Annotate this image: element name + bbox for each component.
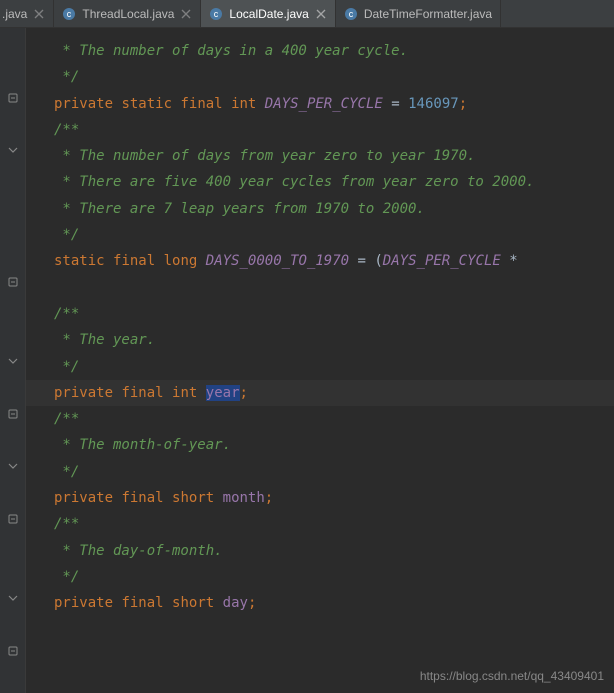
fold-close-icon[interactable] [7,513,19,525]
tab-file-3[interactable]: c DateTimeFormatter.java [336,0,501,27]
comment-open: /** [54,411,79,427]
field-day: day [223,595,248,611]
semicolon: ; [240,385,248,401]
comment-text: * The day-of-month. [54,543,223,559]
tab-file-0[interactable]: .java [0,0,54,27]
comment-close: */ [54,69,79,85]
fold-open-icon[interactable] [7,592,19,604]
comment-open: /** [54,516,79,532]
kw-final: final [121,595,163,611]
tab-label: LocalDate.java [229,7,308,21]
gutter [0,28,26,693]
comment-text: * The year. [54,332,155,348]
comment-close: */ [54,464,79,480]
comment-text: * There are 7 leap years from 1970 to 20… [54,201,425,217]
kw-final: final [121,385,163,401]
kw-private: private [54,385,113,401]
comment-text: * The month-of-year. [54,437,231,453]
fold-close-icon[interactable] [7,92,19,104]
comment-text: * The number of days in a 400 year cycle… [54,43,408,59]
tab-file-2[interactable]: c LocalDate.java [201,0,335,27]
kw-private: private [54,490,113,506]
fold-close-icon[interactable] [7,408,19,420]
tab-label: ThreadLocal.java [82,7,174,21]
kw-private: private [54,595,113,611]
semicolon: ; [459,96,467,112]
op-assign-paren: = ( [358,253,383,269]
comment-close: */ [54,227,79,243]
semicolon: ; [265,490,273,506]
close-icon[interactable] [33,8,45,20]
code-editor[interactable]: * The number of days in a 400 year cycle… [26,28,614,693]
svg-text:c: c [349,9,354,19]
editor-tabs: .java c ThreadLocal.java c LocalDate.jav… [0,0,614,28]
fold-open-icon[interactable] [7,355,19,367]
close-icon[interactable] [180,8,192,20]
java-class-icon: c [209,7,223,21]
kw-int: int [172,385,197,401]
semicolon: ; [248,595,256,611]
tab-label: DateTimeFormatter.java [364,7,492,21]
kw-int: int [231,96,256,112]
const-ref: DAYS_PER_CYCLE [383,253,501,269]
field-month: month [223,490,265,506]
tab-label: .java [2,7,27,21]
java-class-icon: c [344,7,358,21]
const-name: DAYS_PER_CYCLE [265,96,383,112]
fold-close-icon[interactable] [7,645,19,657]
const-name: DAYS_0000_TO_1970 [206,253,349,269]
kw-short: short [172,490,214,506]
kw-static: static [121,96,172,112]
comment-open: /** [54,306,79,322]
num-literal: 146097 [408,96,459,112]
comment-close: */ [54,359,79,375]
op-assign: = [391,96,399,112]
kw-final: final [121,490,163,506]
close-icon[interactable] [315,8,327,20]
fold-open-icon[interactable] [7,460,19,472]
kw-private: private [54,96,113,112]
comment-text: * There are five 400 year cycles from ye… [54,174,534,190]
kw-final: final [180,96,222,112]
svg-text:c: c [214,9,219,19]
kw-final: final [113,253,155,269]
java-class-icon: c [62,7,76,21]
fold-open-icon[interactable] [7,144,19,156]
comment-open: /** [54,122,79,138]
editor-area: * The number of days in a 400 year cycle… [0,28,614,693]
comment-close: */ [54,569,79,585]
svg-text:c: c [67,9,72,19]
field-year: year [206,385,240,401]
fold-close-icon[interactable] [7,276,19,288]
comment-text: * The number of days from year zero to y… [54,148,475,164]
op-mult: * [501,253,518,269]
kw-long: long [164,253,198,269]
tab-file-1[interactable]: c ThreadLocal.java [54,0,201,27]
kw-short: short [172,595,214,611]
kw-static: static [54,253,105,269]
